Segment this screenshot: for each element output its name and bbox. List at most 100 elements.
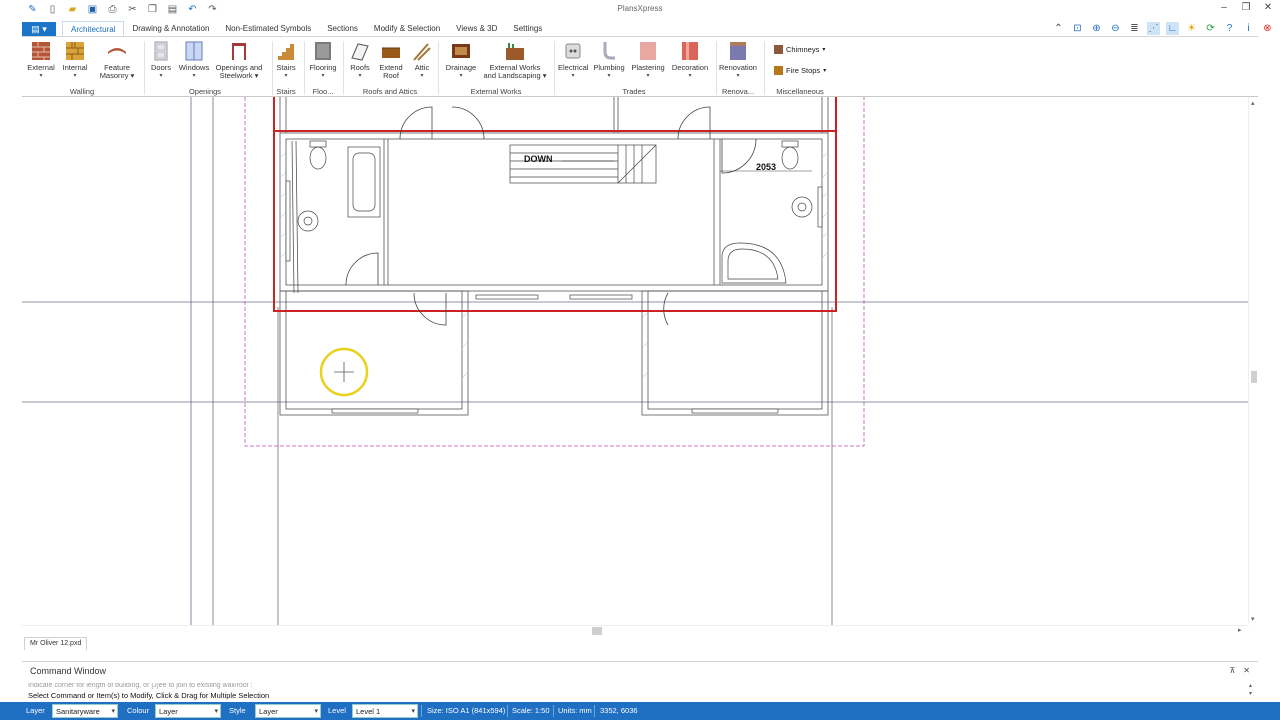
layer-select[interactable]: Sanitaryware ▾ xyxy=(52,704,118,718)
vertical-scroll-thumb[interactable] xyxy=(1251,371,1257,383)
zoom-window-icon[interactable]: ⊡ xyxy=(1071,22,1084,35)
tab-settings[interactable]: Settings xyxy=(505,21,550,36)
tab-views-3d[interactable]: Views & 3D xyxy=(448,21,505,36)
help-icon[interactable]: ? xyxy=(1223,22,1236,35)
ribbon-tabs: ▤ ▾ Architectural Drawing & Annotation N… xyxy=(22,21,550,36)
grid-lines xyxy=(22,97,1248,625)
tab-drawing-annotation[interactable]: Drawing & Annotation xyxy=(124,21,217,36)
electrical-button[interactable]: Electrical ▾ xyxy=(558,40,588,80)
vertical-scrollbar[interactable]: ▴ ▾ xyxy=(1248,97,1258,625)
chimneys-button[interactable]: Chimneys ▾ xyxy=(774,45,825,54)
stairs-button[interactable]: Stairs ▾ xyxy=(274,40,298,80)
sanitaryware xyxy=(297,140,813,284)
scroll-down-icon[interactable]: ▾ xyxy=(1251,615,1255,623)
horizontal-scroll-thumb[interactable] xyxy=(592,627,602,635)
roofs-button[interactable]: Roofs ▾ xyxy=(346,40,374,80)
window-icon xyxy=(185,41,203,61)
horizontal-scrollbar[interactable]: ▸ xyxy=(22,625,1248,635)
cursor-coordinates: 3352, 6036 xyxy=(600,706,638,715)
refresh-icon[interactable]: ⟳ xyxy=(1204,22,1217,35)
flooring-button[interactable]: Flooring ▾ xyxy=(308,40,338,80)
doors-button[interactable]: Doors ▾ xyxy=(148,40,174,80)
pin-icon[interactable]: ⊼ xyxy=(1229,666,1235,675)
tab-non-estimated-symbols[interactable]: Non-Estimated Symbols xyxy=(217,21,319,36)
group-trades: Trades xyxy=(622,87,646,96)
command-window-controls: ⊼ ✕ xyxy=(1229,666,1250,675)
renovation-icon xyxy=(730,42,746,60)
view-toolbar: ⌃ ⊡ ⊕ ⊖ ≣ ⋰ ∟ ☀ ⟳ ? i ⊗ xyxy=(1052,22,1274,35)
bulb-icon[interactable]: ☀ xyxy=(1185,22,1198,35)
group-divider xyxy=(304,41,305,95)
door-icon xyxy=(154,41,168,61)
units-display: Units: mm xyxy=(558,706,592,715)
flooring-icon xyxy=(315,42,331,60)
plansxpress-window: ✎ ▯ ▰ ▣ ⎙ ✂ ❐ ▤ ↶ ↷ PlansXpress – ❐ ✕ ▤ … xyxy=(0,0,1280,720)
sheet-size: Size: ISO A1 (841x594) xyxy=(427,706,506,715)
extend-roof-icon xyxy=(382,47,400,58)
info-icon[interactable]: i xyxy=(1242,22,1255,35)
app-menu-button[interactable]: ▤ ▾ xyxy=(22,21,56,36)
feature-masonry-button[interactable]: Feature Masonry ▾ xyxy=(96,40,138,80)
fire-stops-button[interactable]: Fire Stops ▾ xyxy=(774,66,826,75)
windows-button[interactable]: Windows ▾ xyxy=(178,40,210,80)
plastering-button[interactable]: Plastering ▾ xyxy=(630,40,666,80)
style-select[interactable]: Layer ▾ xyxy=(255,704,321,718)
renovation-button[interactable]: Renovation ▾ xyxy=(718,40,758,80)
colour-select[interactable]: Layer ▾ xyxy=(155,704,221,718)
tab-sections[interactable]: Sections xyxy=(319,21,366,36)
scroll-up-icon[interactable]: ▴ xyxy=(1251,99,1255,107)
group-openings: Openings xyxy=(188,87,222,96)
drainage-button[interactable]: Drainage ▾ xyxy=(444,40,478,80)
command-window-title: Command Window xyxy=(30,666,107,676)
document-tab[interactable]: Mr Oliver 12.pxd xyxy=(24,637,88,650)
status-divider xyxy=(553,705,554,717)
decoration-icon xyxy=(682,42,698,60)
floor-plan[interactable]: DOWN 2053 xyxy=(22,97,1248,625)
drawing-canvas[interactable]: DOWN 2053 xyxy=(22,97,1248,625)
command-prompt[interactable]: Select Command or Item(s) to Modify, Cli… xyxy=(28,691,269,700)
dimension-label: 2053 xyxy=(756,162,776,172)
ortho-icon[interactable]: ∟ xyxy=(1166,22,1179,35)
decoration-button[interactable]: Decoration ▾ xyxy=(670,40,710,80)
snap-icon[interactable]: ⋰ xyxy=(1147,22,1160,35)
stop-icon[interactable]: ⊗ xyxy=(1261,22,1274,35)
layers-icon[interactable]: ≣ xyxy=(1128,22,1141,35)
close-panel-icon[interactable]: ✕ xyxy=(1243,666,1250,675)
title-bar: ✎ ▯ ▰ ▣ ⎙ ✂ ❐ ▤ ↶ ↷ PlansXpress – ❐ ✕ xyxy=(0,0,1280,20)
openings-steelwork-button[interactable]: Openings and Steelwork ▾ xyxy=(214,40,264,80)
stairs-icon xyxy=(278,44,294,60)
scroll-right-icon[interactable]: ▸ xyxy=(1238,626,1242,634)
tab-modify-selection[interactable]: Modify & Selection xyxy=(366,21,448,36)
external-wall-button[interactable]: External ▾ xyxy=(26,40,56,80)
staircase xyxy=(509,144,657,184)
zoom-in-icon[interactable]: ⊕ xyxy=(1090,22,1103,35)
group-divider xyxy=(144,41,145,95)
minimize-icon[interactable]: – xyxy=(1218,2,1230,13)
extend-roof-button[interactable]: Extend Roof xyxy=(377,40,405,80)
collapse-ribbon-icon[interactable]: ⌃ xyxy=(1052,22,1065,35)
plumbing-button[interactable]: Plumbing ▾ xyxy=(592,40,626,80)
crosshair-cursor-icon xyxy=(334,362,354,382)
landscaping-icon xyxy=(506,43,524,60)
group-external-works: External Works xyxy=(470,87,522,96)
level-select[interactable]: Level 1 ▾ xyxy=(352,704,418,718)
colour-label: Colour xyxy=(127,706,150,715)
group-divider xyxy=(343,41,344,95)
lintel-icon xyxy=(232,43,246,60)
restore-icon[interactable]: ❐ xyxy=(1240,2,1252,13)
command-scroll-icon[interactable]: ▴ ▾ xyxy=(1249,682,1252,698)
fire-stop-icon xyxy=(774,66,783,75)
group-divider xyxy=(716,41,717,95)
zoom-out-icon[interactable]: ⊖ xyxy=(1109,22,1122,35)
attic-button[interactable]: Attic ▾ xyxy=(410,40,434,80)
close-icon[interactable]: ✕ xyxy=(1262,2,1274,13)
stair-direction-label: DOWN xyxy=(524,154,553,164)
external-works-button[interactable]: External Works and Landscaping ▾ xyxy=(482,40,548,80)
tab-architectural[interactable]: Architectural xyxy=(62,21,125,36)
block-wall-icon xyxy=(66,42,84,60)
internal-wall-button[interactable]: Internal ▾ xyxy=(60,40,90,80)
drawing-scale: Scale: 1:50 xyxy=(512,706,550,715)
group-walling: Walling xyxy=(69,87,95,96)
status-divider xyxy=(507,705,508,717)
group-divider xyxy=(438,41,439,95)
